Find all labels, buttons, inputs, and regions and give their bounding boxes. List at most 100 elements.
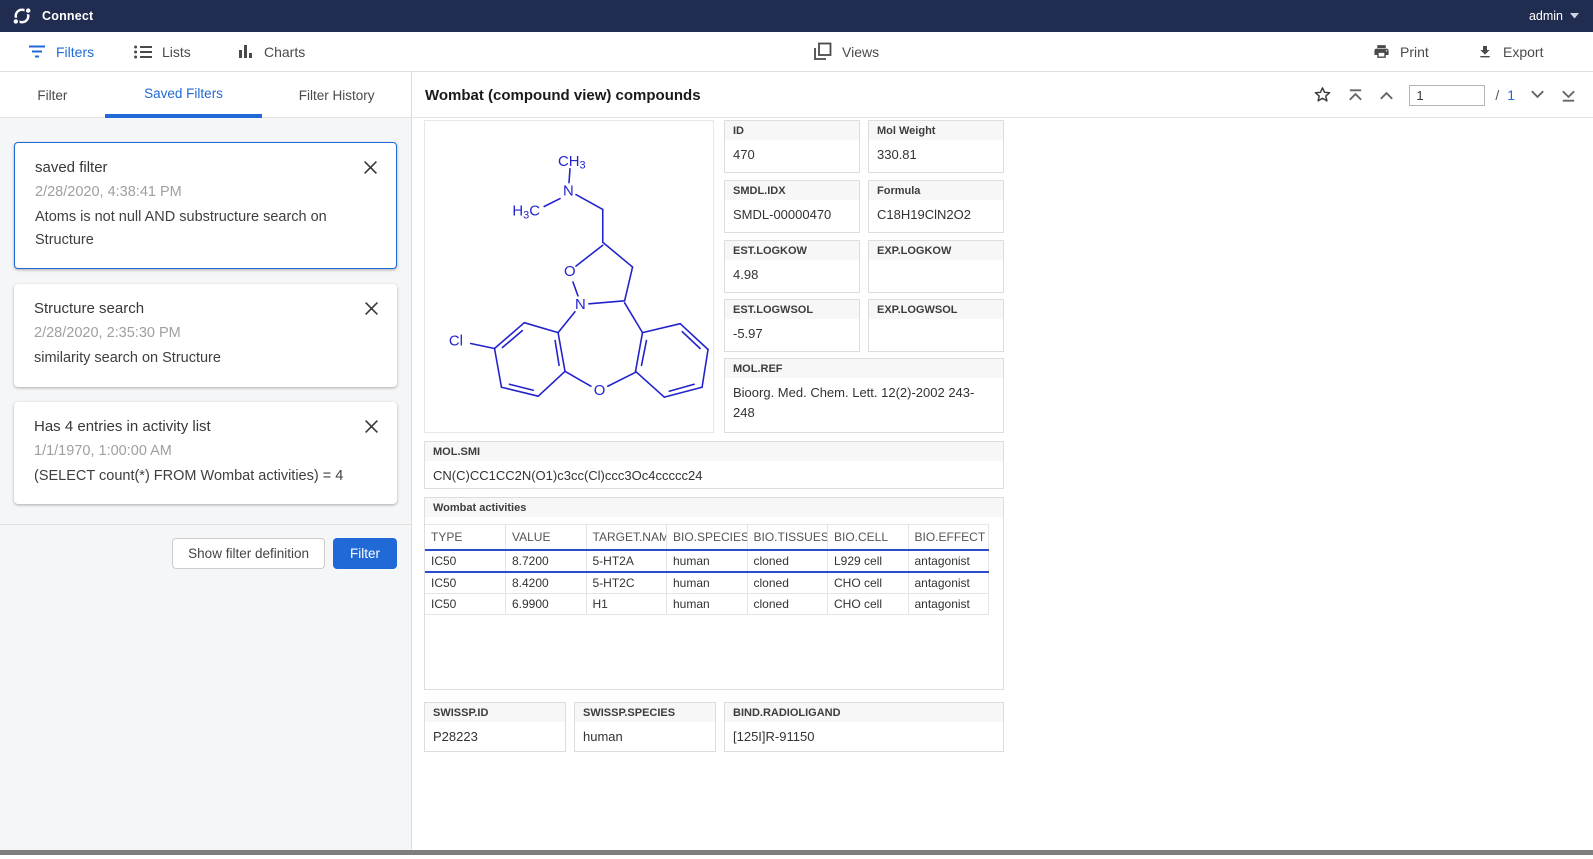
field-label: Mol Weight [869, 121, 1003, 140]
user-name: admin [1529, 9, 1563, 23]
column-header[interactable]: BIO.CELL [828, 525, 909, 551]
field-label: SWISSP.SPECIES [575, 703, 715, 722]
field-label: BIND.RADIOLIGAND [725, 703, 1003, 722]
saved-filter-title: saved filter [35, 159, 376, 176]
activities-table: TYPE VALUE TARGET.NAME BIO.SPECIES BIO.T… [425, 524, 989, 615]
saved-filter-title: Structure search [34, 300, 377, 317]
activity-row[interactable]: IC50 8.7200 5-HT2A human cloned L929 cel… [425, 550, 989, 572]
views-button[interactable]: Views [813, 32, 879, 71]
field-swissp-id: SWISSP.ID P28223 [424, 702, 566, 752]
field-value [869, 260, 1003, 269]
horizontal-scrollbar[interactable] [0, 850, 1593, 855]
filters-label: Filters [56, 44, 94, 60]
filters-sidebar: Filter Saved Filters Filter History save… [0, 72, 412, 850]
field-value: C18H19ClN2O2 [869, 200, 1003, 229]
record-pager: / 1 [1312, 72, 1577, 118]
activity-row[interactable]: IC50 6.9900 H1 human cloned CHO cell ant… [425, 594, 989, 615]
field-mol-smi: MOL.SMI CN(C)CC1CC2N(O1)c3cc(Cl)ccc3Oc4c… [424, 441, 1004, 489]
field-swissp-species: SWISSP.SPECIES human [574, 702, 716, 752]
field-label: EST.LOGWSOL [725, 300, 859, 319]
delete-filter-button[interactable] [361, 158, 380, 177]
saved-filter-card[interactable]: saved filter 2/28/2020, 4:38:41 PM Atoms… [14, 142, 397, 269]
column-header[interactable]: TARGET.NAME [586, 525, 667, 551]
field-label: EXP.LOGWSOL [869, 300, 1003, 319]
saved-filter-timestamp: 1/1/1970, 1:00:00 AM [34, 443, 377, 459]
app-window: Connect admin Filters Lists Charts [0, 0, 1593, 859]
chevron-down-icon [1529, 89, 1546, 101]
app-title: Connect [42, 9, 93, 23]
sidebar-footer: Show filter definition Filter [0, 524, 411, 569]
activity-row[interactable]: IC50 8.4200 5-HT2C human cloned CHO cell… [425, 572, 989, 594]
saved-filter-description: (SELECT count(*) FROM Wombat activities)… [34, 465, 377, 488]
print-label: Print [1400, 44, 1429, 60]
column-header[interactable]: VALUE [506, 525, 587, 551]
page-number-input[interactable] [1409, 85, 1485, 106]
chevron-up-icon [1378, 89, 1395, 101]
field-value: [125I]R-91150 [725, 722, 1003, 751]
field-value: 470 [725, 140, 859, 169]
export-label: Export [1503, 44, 1543, 60]
record-detail: CH3 N H3C O N Cl O ID 470 Mol Weight 330 [413, 118, 1593, 850]
previous-record-button[interactable] [1378, 89, 1395, 101]
activities-header-row: TYPE VALUE TARGET.NAME BIO.SPECIES BIO.T… [425, 525, 989, 551]
user-menu[interactable]: admin [1529, 0, 1579, 32]
field-label: EXP.LOGKOW [869, 241, 1003, 260]
saved-filter-card[interactable]: Has 4 entries in activity list 1/1/1970,… [14, 402, 397, 504]
last-record-button[interactable] [1560, 88, 1577, 103]
views-layers-icon [813, 42, 832, 61]
favorite-star-button[interactable] [1312, 85, 1333, 105]
list-icon [134, 45, 152, 59]
field-est-logkow: EST.LOGKOW 4.98 [724, 240, 860, 293]
atom-chlorine: Cl [449, 334, 463, 350]
wombat-activities-panel: Wombat activities TYPE VALUE TARGET.NAME… [424, 497, 1004, 690]
column-header[interactable]: BIO.SPECIES [667, 525, 748, 551]
caret-down-icon [1570, 13, 1579, 19]
sidebar-tab-bar: Filter Saved Filters Filter History [0, 72, 411, 118]
activities-title: Wombat activities [425, 498, 1003, 517]
tab-filter[interactable]: Filter [0, 72, 105, 118]
field-bind-radioligand: BIND.RADIOLIGAND [125I]R-91150 [724, 702, 1004, 752]
page-total: 1 [1507, 87, 1515, 103]
tab-saved-filters[interactable]: Saved Filters [105, 72, 263, 118]
charts-nav-button[interactable]: Charts [238, 32, 305, 71]
apply-filter-button[interactable]: Filter [333, 538, 397, 569]
print-button[interactable]: Print [1373, 32, 1429, 71]
export-button[interactable]: Export [1477, 32, 1543, 71]
chevron-up-bar-icon [1347, 88, 1364, 103]
field-label: ID [725, 121, 859, 140]
field-value: human [575, 722, 715, 751]
main-toolbar: Filters Lists Charts Views [0, 32, 1593, 72]
saved-filter-timestamp: 2/28/2020, 4:38:41 PM [35, 184, 376, 200]
field-value: P28223 [425, 722, 565, 751]
tab-filter-history[interactable]: Filter History [262, 72, 411, 118]
field-value [869, 319, 1003, 328]
filter-icon [28, 44, 46, 59]
field-label: MOL.SMI [425, 442, 1003, 461]
column-header[interactable]: BIO.EFFECT [908, 525, 989, 551]
chevron-down-bar-icon [1560, 88, 1577, 103]
field-label: Formula [869, 181, 1003, 200]
saved-filters-list: saved filter 2/28/2020, 4:38:41 PM Atoms… [0, 118, 411, 569]
charts-label: Charts [264, 44, 305, 60]
next-record-button[interactable] [1529, 89, 1546, 101]
field-est-logwsol: EST.LOGWSOL -5.97 [724, 299, 860, 352]
saved-filter-title: Has 4 entries in activity list [34, 418, 377, 435]
lists-nav-button[interactable]: Lists [134, 32, 191, 71]
show-filter-definition-button[interactable]: Show filter definition [172, 538, 325, 569]
field-exp-logwsol: EXP.LOGWSOL [868, 299, 1004, 352]
field-label: EST.LOGKOW [725, 241, 859, 260]
saved-filter-card[interactable]: Structure search 2/28/2020, 2:35:30 PM s… [14, 284, 397, 386]
field-label: SMDL.IDX [725, 181, 859, 200]
structure-viewer: CH3 N H3C O N Cl O [424, 120, 714, 433]
field-label: MOL.REF [725, 359, 1003, 378]
field-value: Bioorg. Med. Chem. Lett. 12(2)-2002 243-… [725, 378, 1003, 427]
column-header[interactable]: TYPE [425, 525, 506, 551]
field-mol-weight: Mol Weight 330.81 [868, 120, 1004, 173]
top-navbar: Connect admin [0, 0, 1593, 32]
first-record-button[interactable] [1347, 88, 1364, 103]
delete-filter-button[interactable] [362, 299, 381, 318]
filters-nav-button[interactable]: Filters [28, 32, 94, 71]
column-header[interactable]: BIO.TISSUES [747, 525, 828, 551]
field-value: -5.97 [725, 319, 859, 348]
delete-filter-button[interactable] [362, 417, 381, 436]
